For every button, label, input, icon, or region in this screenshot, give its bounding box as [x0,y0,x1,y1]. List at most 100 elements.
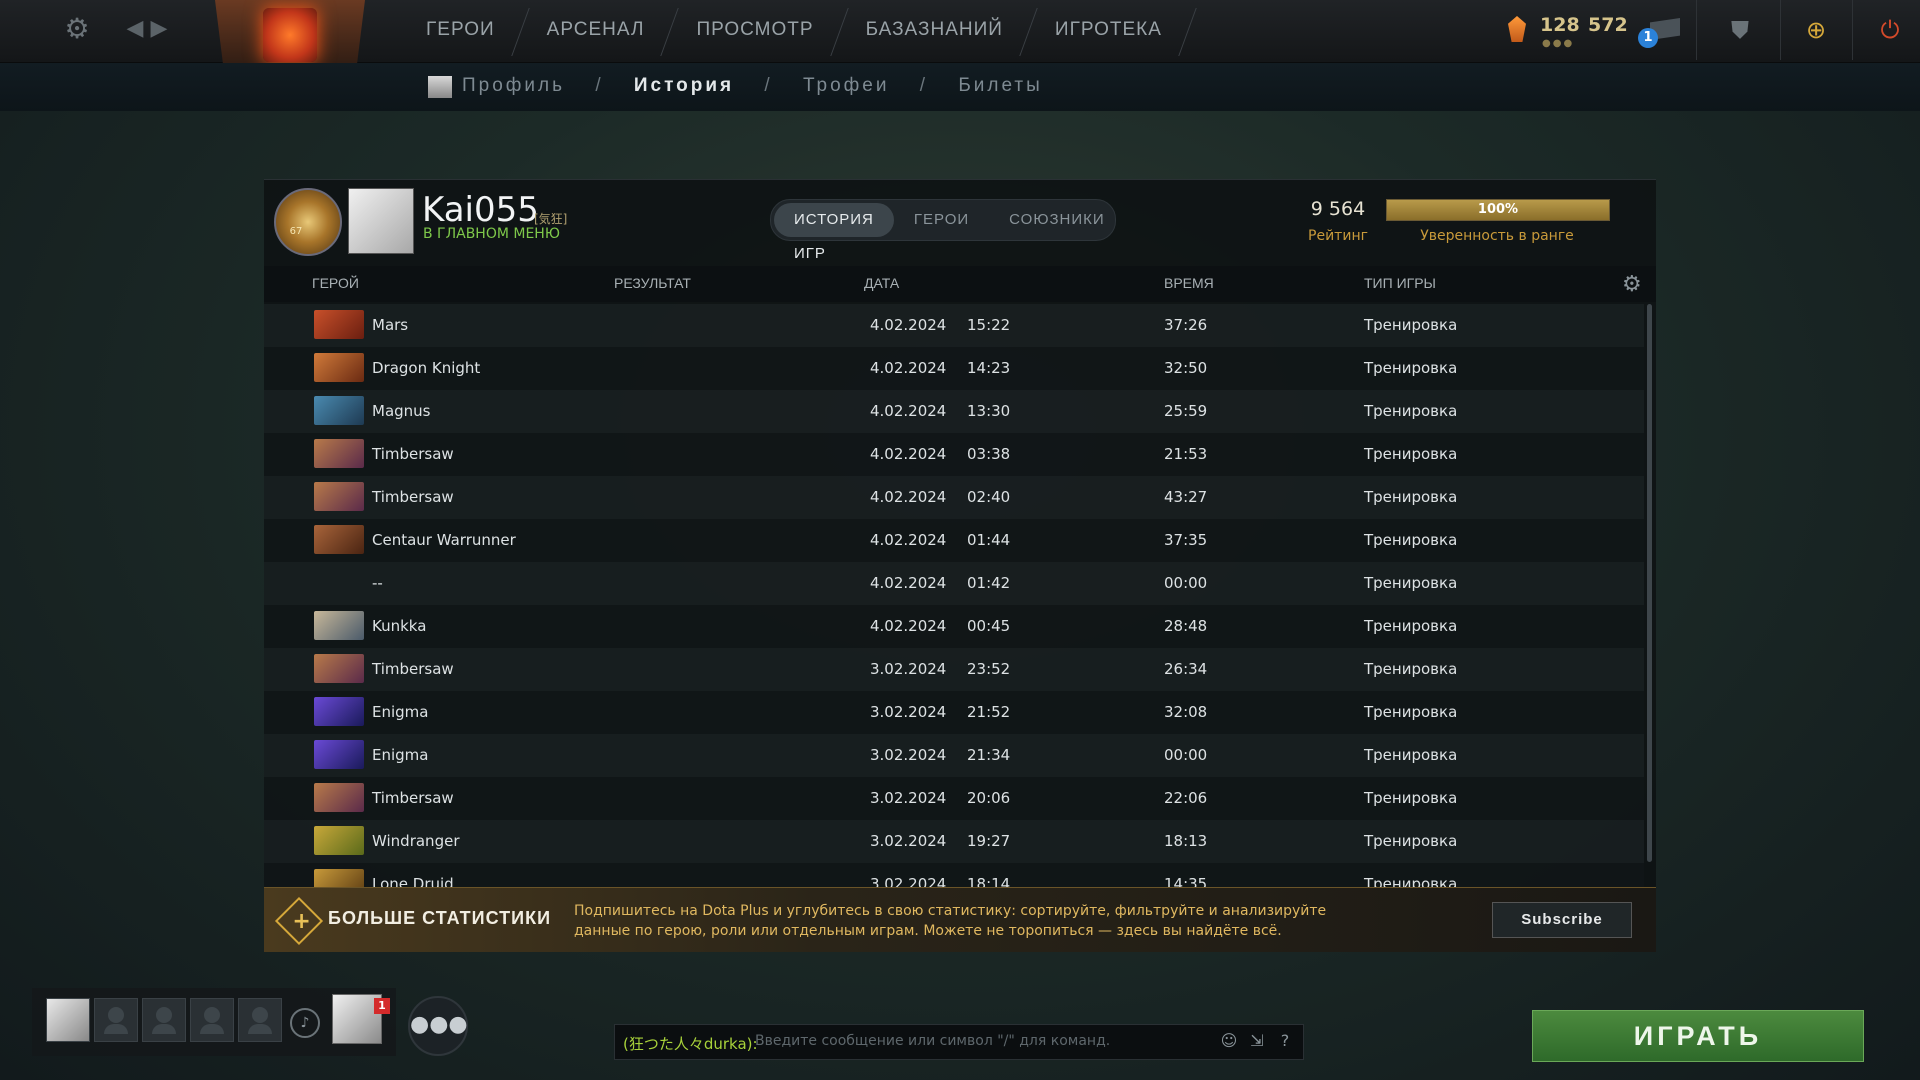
nav-heroes[interactable]: Герои [400,0,521,60]
shards-dots: ●●● [1542,38,1575,49]
game-type: Тренировка [1364,703,1458,721]
party-slot-self[interactable] [46,998,90,1042]
forward-arrow-icon[interactable]: ▶ [148,14,170,44]
table-row[interactable]: -- 4.02.2024 01:42 00:00 Тренировка [264,562,1644,605]
avatar[interactable] [348,188,414,254]
settings-gear-icon[interactable]: ⚙ [62,14,92,44]
emoji-icon[interactable]: ☺ [1217,1029,1241,1053]
hero-portrait [314,439,364,468]
match-date: 4.02.2024 [870,488,947,506]
breadcrumb-separator: / [595,75,604,96]
main-nav: Герои Арсенал Просмотр Базазнаний Игроте… [400,0,1188,60]
hero-portrait [314,396,364,425]
party-slot-empty[interactable] [238,998,282,1042]
tab-match-history[interactable]: История игр [774,203,894,262]
table-row[interactable]: Magnus 4.02.2024 13:30 25:59 Тренировка [264,390,1644,433]
col-result[interactable]: Результат [614,275,691,291]
match-date: 4.02.2024 [870,316,947,334]
hero-name: Dragon Knight [372,359,481,377]
dota-logo-icon [263,8,317,62]
dota-plus-title: Больше статистики [328,908,552,928]
battle-pass-icon[interactable]: ⛊ [1718,10,1762,50]
match-time: 13:30 [967,402,1011,420]
col-duration[interactable]: Время [1164,275,1214,291]
match-history-panel: 67 Kai055 [気狂] В ГЛАВНОМ МЕНЮ История иг… [264,179,1656,952]
tab-heroes[interactable]: Герои [894,203,989,237]
hero-name: -- [372,574,383,592]
match-time: 20:06 [967,789,1011,807]
hero-name: Mars [372,316,409,334]
col-hero[interactable]: Герой [312,275,359,291]
shards-count: 128 [1540,14,1580,36]
power-icon[interactable]: ⏻ [1868,10,1912,50]
breadcrumb-separator: / [764,75,773,96]
player-name: Kai055 [422,190,539,230]
friends-button[interactable]: ●●● [408,996,468,1056]
hero-portrait [314,482,364,511]
nav-arcade[interactable]: Игротека [1029,0,1188,60]
match-date: 3.02.2024 [870,789,947,807]
breadcrumb: Профиль / История / Трофеи / Билеты [462,75,1065,97]
nav-watch[interactable]: Просмотр [670,0,839,60]
chat-expand-icon[interactable]: ⇲ [1245,1029,1269,1053]
match-time: 19:27 [967,832,1011,850]
person-icon [104,1007,128,1034]
table-row[interactable]: Mars 4.02.2024 15:22 37:26 Тренировка [264,304,1644,347]
table-row[interactable]: Centaur Warrunner 4.02.2024 01:44 37:35 Трен… [264,519,1644,562]
subnav-history[interactable]: История [634,75,734,96]
hero-portrait [314,654,364,683]
nav-armory[interactable]: Арсенал [521,0,671,60]
party-slot-empty[interactable] [94,998,138,1042]
play-button[interactable]: Играть [1532,1010,1864,1062]
match-duration: 26:34 [1164,660,1208,678]
party-slot-empty[interactable] [142,998,186,1042]
table-row[interactable]: Timbersaw 4.02.2024 02:40 43:27 Тренировка [264,476,1644,519]
match-date: 3.02.2024 [870,703,947,721]
dota-plus-icon: + [274,896,324,946]
nav-learn[interactable]: Базазнаний [840,0,1029,60]
hero-name: Timbersaw [372,488,454,506]
confidence-bar: 100% [1386,199,1610,221]
party-slot-empty[interactable] [190,998,234,1042]
player-status: В ГЛАВНОМ МЕНЮ [423,226,560,242]
chat-bar: (狂つた人々durka): Введите сообщение или симв… [614,1024,1304,1060]
help-icon[interactable]: ? [1273,1029,1297,1053]
subnav-trophies[interactable]: Трофеи [803,75,890,96]
game-type: Тренировка [1364,316,1458,334]
col-game-type[interactable]: Тип игры [1364,275,1436,291]
person-icon [200,1007,224,1034]
match-duration: 32:50 [1164,359,1208,377]
match-duration: 32:08 [1164,703,1208,721]
subscribe-button[interactable]: Subscribe [1492,902,1632,938]
medal-number: 67 [289,226,303,237]
chat-input[interactable]: Введите сообщение или символ "/" для ком… [755,1033,1110,1049]
match-date: 4.02.2024 [870,574,947,592]
dota-plus-icon[interactable]: ⊕ [1794,10,1838,50]
back-arrow-icon[interactable]: ◀ [124,14,146,44]
dota-logo-button[interactable] [215,0,365,72]
table-row[interactable]: Enigma 3.02.2024 21:34 00:00 Тренировка [264,734,1644,777]
table-settings-gear-icon[interactable]: ⚙ [1622,272,1642,297]
match-time: 03:38 [967,445,1011,463]
table-row[interactable]: Dragon Knight 4.02.2024 14:23 32:50 Трениров… [264,347,1644,390]
table-row[interactable]: Enigma 3.02.2024 21:52 32:08 Тренировка [264,691,1644,734]
voice-headset-icon[interactable]: ♪ [290,1008,320,1038]
person-icon [248,1007,272,1034]
match-time: 23:52 [967,660,1011,678]
game-type: Тренировка [1364,402,1458,420]
col-date[interactable]: Дата [864,275,899,291]
match-duration: 21:53 [1164,445,1208,463]
match-date: 3.02.2024 [870,832,947,850]
table-row[interactable]: Timbersaw 3.02.2024 23:52 26:34 Тренировка [264,648,1644,691]
scrollbar[interactable] [1647,304,1652,862]
table-row[interactable]: Kunkka 4.02.2024 00:45 28:48 Тренировка [264,605,1644,648]
tab-allies[interactable]: Союзники [989,203,1125,237]
subnav-profile[interactable]: Профиль [462,75,565,96]
table-row[interactable]: Timbersaw 3.02.2024 20:06 22:06 Тренировка [264,777,1644,820]
table-row[interactable]: Timbersaw 4.02.2024 03:38 21:53 Тренировка [264,433,1644,476]
subnav-tickets[interactable]: Билеты [958,75,1042,96]
match-date: 3.02.2024 [870,660,947,678]
table-row[interactable]: Windranger 3.02.2024 19:27 18:13 Тренировка [264,820,1644,863]
table-row[interactable]: Lone Druid 3.02.2024 18:14 14:35 Тренировка [264,863,1644,888]
hero-name: Enigma [372,746,429,764]
